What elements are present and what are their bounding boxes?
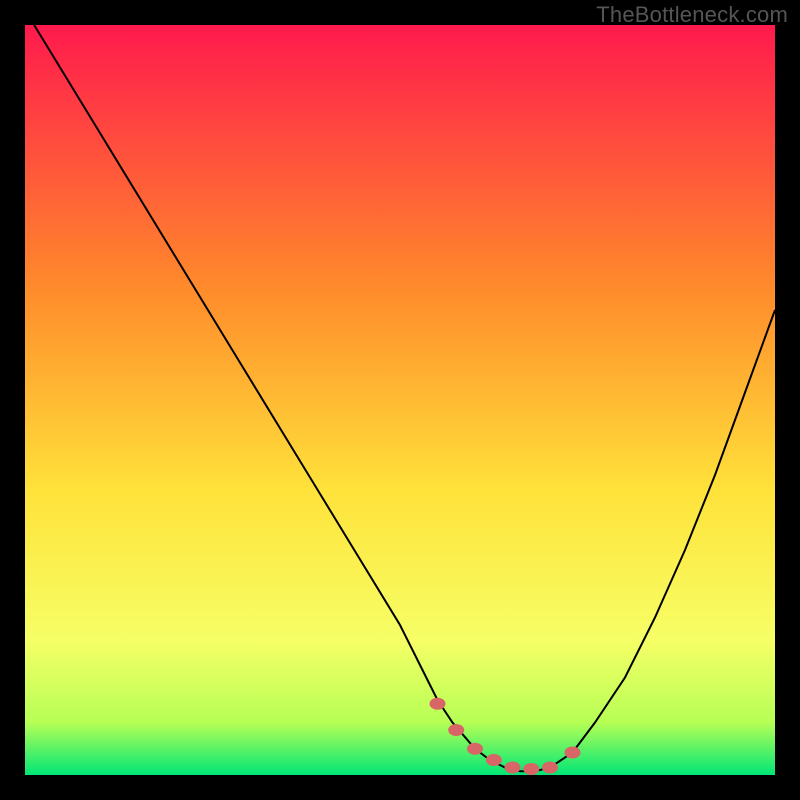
- marker-dot: [448, 724, 464, 736]
- marker-dot: [467, 743, 483, 755]
- chart-svg: [25, 25, 775, 775]
- marker-dot: [430, 698, 446, 710]
- marker-dot: [505, 762, 521, 774]
- marker-dot: [523, 763, 539, 775]
- marker-dot: [542, 762, 558, 774]
- plot-area: [25, 25, 775, 775]
- marker-dot: [486, 754, 502, 766]
- marker-dot: [565, 747, 581, 759]
- gradient-background: [25, 25, 775, 775]
- chart-frame: TheBottleneck.com: [0, 0, 800, 800]
